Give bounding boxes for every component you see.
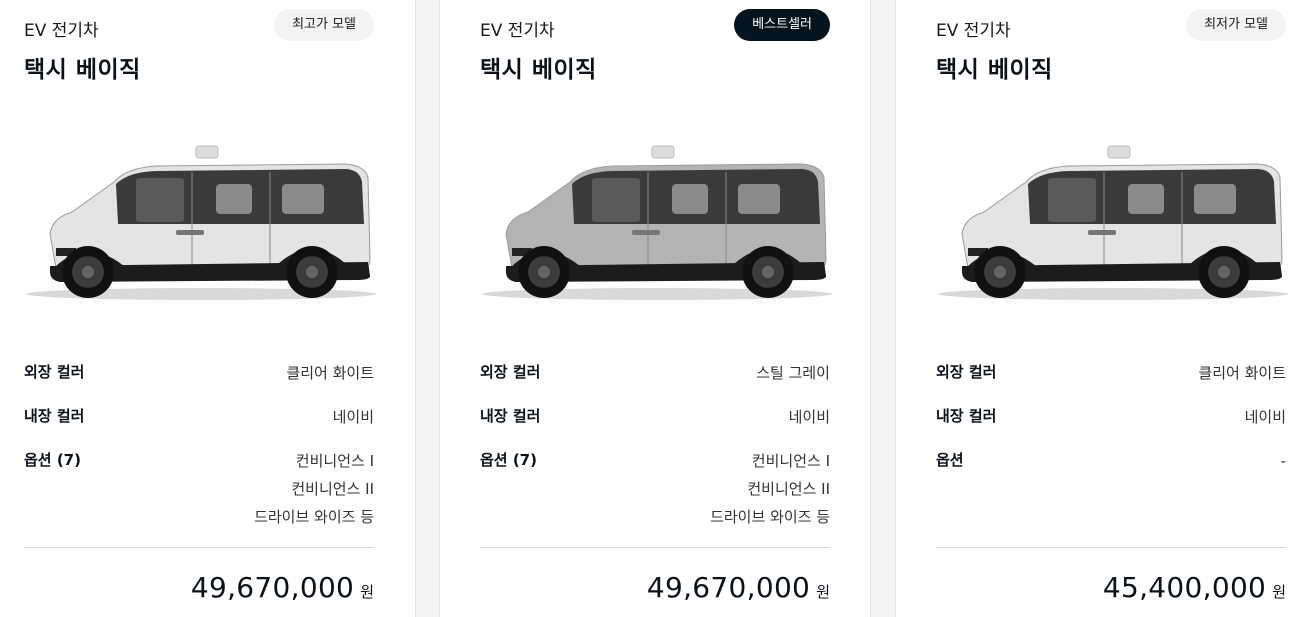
options-label: 옵션 [936,451,964,469]
options-list: 컨비니언스 I 컨비니언스 II 드라이브 와이즈 등 [710,447,830,531]
price-amount: 49,670,000 [646,571,811,604]
option-item: 컨비니언스 I [751,452,830,470]
currency-unit: 원 [360,583,374,601]
model-name: 택시 베이직 [936,57,1053,83]
currency-unit: 원 [1272,583,1286,601]
trim-comparison: EV 전기차 택시 베이직 최고가 모델 외장 컬러 클리어 화이트 내장 컬러… [0,0,1309,617]
divider [480,547,830,548]
interior-color-label: 내장 컬러 [936,407,997,425]
trim-card-highest-price[interactable]: EV 전기차 택시 베이직 최고가 모델 외장 컬러 클리어 화이트 내장 컬러… [0,0,415,617]
car-image [938,145,1288,300]
model-name: 택시 베이직 [24,57,141,83]
option-item: - [1280,452,1286,470]
divider [24,547,374,548]
options-label: 옵션 (7) [24,451,81,469]
option-item: 드라이브 와이즈 등 [710,508,830,526]
options-label: 옵션 (7) [480,451,537,469]
option-item: 컨비니언스 II [747,480,830,498]
highest-price-badge: 최고가 모델 [274,9,374,41]
option-item: 드라이브 와이즈 등 [254,508,374,526]
category-label: EV 전기차 [480,21,555,41]
card-gap [415,0,440,617]
card-gap [870,0,896,617]
exterior-color-value: 클리어 화이트 [1198,364,1286,382]
interior-color-label: 내장 컬러 [480,407,541,425]
price: 45,400,000 원 [1103,571,1286,604]
interior-color-value: 네이비 [1244,408,1286,426]
price-amount: 49,670,000 [190,571,355,604]
lowest-price-badge: 최저가 모델 [1186,9,1286,41]
trim-card-bestseller[interactable]: EV 전기차 택시 베이직 베스트셀러 외장 컬러 스틸 그레이 내장 컬러 네… [440,0,870,617]
option-item: 컨비니언스 I [295,452,374,470]
exterior-color-value: 클리어 화이트 [286,364,374,382]
options-list: 컨비니언스 I 컨비니언스 II 드라이브 와이즈 등 [254,447,374,531]
trim-card-lowest-price[interactable]: EV 전기차 택시 베이직 최저가 모델 외장 컬러 클리어 화이트 내장 컬러… [896,0,1309,617]
interior-color-value: 네이비 [332,408,374,426]
category-label: EV 전기차 [24,21,99,41]
exterior-color-label: 외장 컬러 [936,363,997,381]
category-label: EV 전기차 [936,21,1011,41]
options-list: - [1281,447,1286,475]
exterior-color-label: 외장 컬러 [24,363,85,381]
interior-color-value: 네이비 [788,408,830,426]
exterior-color-value: 스틸 그레이 [756,364,830,382]
interior-color-label: 내장 컬러 [24,407,85,425]
bestseller-badge: 베스트셀러 [734,9,830,41]
price: 49,670,000 원 [647,571,830,604]
car-image [482,145,832,300]
price-amount: 45,400,000 [1102,571,1267,604]
divider [936,547,1286,548]
car-image [26,145,376,300]
model-name: 택시 베이직 [480,57,597,83]
price: 49,670,000 원 [191,571,374,604]
exterior-color-label: 외장 컬러 [480,363,541,381]
currency-unit: 원 [816,583,830,601]
option-item: 컨비니언스 II [291,480,374,498]
